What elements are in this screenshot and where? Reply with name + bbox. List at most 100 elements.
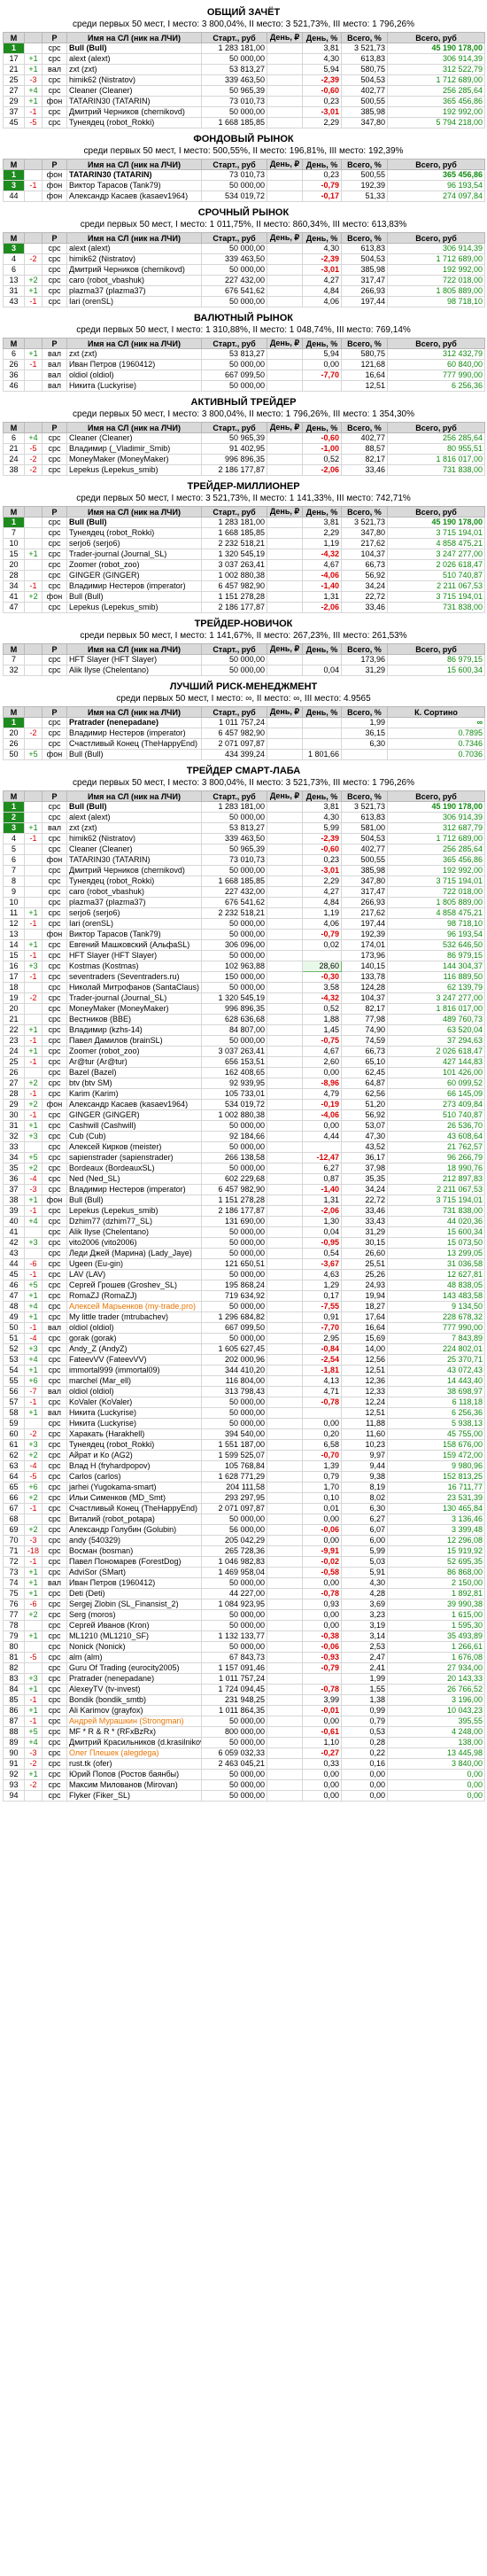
day-percent: 1,19 bbox=[302, 907, 342, 919]
day-percent: -0,84 bbox=[302, 1343, 342, 1355]
total-rub: 7 843,89 bbox=[387, 1333, 485, 1344]
total-rub: 2 026 618,47 bbox=[387, 559, 485, 571]
table-row: 79 +1 срс ML1210 (ML1210_SF) 1 132 133,77 -0,… bbox=[3, 1630, 485, 1642]
table-row: 87 -1 срс Андрей Мурашкин (Strongman) 50 000… bbox=[3, 1716, 485, 1727]
total-rub: 43 072,43 bbox=[387, 1365, 485, 1376]
participant-name: Вестников (BBE) bbox=[66, 1014, 202, 1025]
participant-name: Trader-journal (Journal_SL) bbox=[66, 992, 202, 1004]
start-capital: 50 000,00 bbox=[201, 1609, 267, 1621]
table-row: 75 +1 срс Deti (Deti) 44 227,00 -0,78 4,28 1 89… bbox=[3, 1588, 485, 1599]
participant-name: Максим Милованов (Mirovan) bbox=[66, 1779, 202, 1791]
table-row: 35 +2 срс Bordeaux (BordeauxSL) 50 000,00 6,2… bbox=[3, 1163, 485, 1174]
participant-name: Ar@tur (Ar@tur) bbox=[66, 1056, 202, 1068]
change-cell bbox=[24, 854, 43, 866]
market-cell: срс bbox=[42, 907, 67, 919]
change-cell: +2 bbox=[24, 275, 43, 286]
participant-name: himik62 (Nistratov) bbox=[66, 253, 202, 265]
start-capital: 50 000,00 bbox=[201, 982, 267, 993]
table-row: 49 +1 срс My little trader (mtrubachev) 1 29… bbox=[3, 1311, 485, 1323]
market-cell: срс bbox=[42, 1460, 67, 1472]
table-row: 76 -6 срс Sergej Zlobin (SL_Finansist_2) 1 0… bbox=[3, 1599, 485, 1610]
start-capital: 667 099,50 bbox=[201, 1322, 267, 1334]
total-rub: 60 840,00 bbox=[387, 359, 485, 370]
day-rub bbox=[267, 243, 303, 254]
day-percent: 1,10 bbox=[302, 1737, 342, 1748]
total-rub: 312 432,79 bbox=[387, 348, 485, 360]
total-rub: 306 914,39 bbox=[387, 53, 485, 65]
day-rub bbox=[267, 1109, 303, 1121]
table-row: 27 +4 срс Cleaner (Cleaner) 50 965,39 -0,60 40… bbox=[3, 85, 485, 97]
column-header: Имя на СЛ (ник на ЛЧИ) bbox=[66, 506, 202, 518]
total-percent: 33,43 bbox=[341, 1216, 388, 1227]
total-rub: 37 294,63 bbox=[387, 1035, 485, 1047]
day-rub bbox=[267, 1322, 303, 1334]
total-percent: 2,53 bbox=[341, 1641, 388, 1653]
change-cell: -5 bbox=[24, 443, 43, 455]
start-capital: 293 297,95 bbox=[201, 1492, 267, 1504]
day-rub bbox=[267, 1311, 303, 1323]
place-cell: 26 bbox=[3, 359, 25, 370]
total-percent: 0,22 bbox=[341, 1747, 388, 1759]
rating-table: М Р Имя на СЛ (ник на ЛЧИ) Старт., руб День,… bbox=[3, 32, 485, 128]
day-rub bbox=[267, 1790, 303, 1802]
start-capital: 121 650,51 bbox=[201, 1258, 267, 1270]
market-cell: срс bbox=[42, 992, 67, 1004]
day-percent: 6,58 bbox=[302, 1439, 342, 1451]
day-rub bbox=[267, 865, 303, 876]
market-cell: срс bbox=[42, 876, 67, 887]
place-cell: 32 bbox=[3, 1131, 25, 1142]
day-percent: -2,54 bbox=[302, 1354, 342, 1366]
table-row: 21 +1 вал zxt (zxt) 53 813,27 5,94 580,75 312 5… bbox=[3, 64, 485, 75]
participant-name: Bull (Bull) bbox=[66, 517, 202, 528]
change-cell: +1 bbox=[24, 96, 43, 107]
day-rub bbox=[267, 950, 303, 961]
change-cell: -3 bbox=[24, 1535, 43, 1546]
day-percent: 0,20 bbox=[302, 1428, 342, 1440]
participant-name: Сергей Иванов (Kron) bbox=[66, 1620, 202, 1631]
column-header: День, % bbox=[302, 422, 342, 433]
total-percent: 33,46 bbox=[341, 602, 388, 613]
participant-name: HFT Slayer (HFT Slayer) bbox=[66, 654, 202, 665]
column-header: Имя на СЛ (ник на ЛЧИ) bbox=[66, 706, 202, 718]
day-percent: -4,32 bbox=[302, 549, 342, 560]
participant-name: HFT Slayer (HFT Slayer) bbox=[66, 950, 202, 961]
total-rub: 31 036,58 bbox=[387, 1258, 485, 1270]
table-row: 46 вал Никита (Luckyrise) 50 000,00 12,51 6 2… bbox=[3, 380, 485, 392]
start-capital: 1 551 187,00 bbox=[201, 1439, 267, 1451]
place-cell: 1 bbox=[3, 717, 25, 728]
total-percent: 37,98 bbox=[341, 1163, 388, 1174]
total-rub: 306 914,39 bbox=[387, 812, 485, 823]
day-percent: -1,40 bbox=[302, 580, 342, 592]
total-percent: 385,98 bbox=[341, 865, 388, 876]
table-row: 88 +5 срс MF * R & R * (RFxBzRx) 800 000,00 -… bbox=[3, 1726, 485, 1738]
column-header: Имя на СЛ (ник на ЛЧИ) bbox=[66, 32, 202, 43]
participant-name: Дмитрий Черников (chernikovd) bbox=[66, 865, 202, 876]
change-cell bbox=[24, 243, 43, 254]
change-cell: +1 bbox=[24, 1705, 43, 1716]
participant-name: Леди Джей (Марина) (Lady_Jaye) bbox=[66, 1248, 202, 1259]
total-rub: 62 139,79 bbox=[387, 982, 485, 993]
total-percent: 0,53 bbox=[341, 1726, 388, 1738]
column-header: Всего, руб bbox=[387, 790, 485, 802]
market-cell: срс bbox=[42, 1205, 67, 1217]
place-cell: 20 bbox=[3, 1003, 25, 1015]
start-capital: 1 011 757,24 bbox=[201, 1673, 267, 1685]
start-capital: 50 000,00 bbox=[201, 1790, 267, 1802]
day-rub bbox=[267, 464, 303, 476]
total-rub: 35 493,89 bbox=[387, 1630, 485, 1642]
day-percent: 0,00 bbox=[302, 359, 342, 370]
place-cell: 25 bbox=[3, 74, 25, 86]
change-cell bbox=[24, 717, 43, 728]
rating-section: ЛУЧШИЙ РИСК-МЕНЕДЖМЕНТ среди первых 50 ме… bbox=[3, 681, 485, 760]
table-row: 16 +3 срс Kostmas (Kostmas) 102 963,88 28,60 1… bbox=[3, 961, 485, 972]
participant-name: Дмитрий Красильников (d.krasilnikov) bbox=[66, 1737, 202, 1748]
column-header: Всего, % bbox=[341, 232, 388, 244]
day-percent: -4,32 bbox=[302, 992, 342, 1004]
start-capital: 2 071 097,87 bbox=[201, 738, 267, 750]
change-cell bbox=[24, 169, 43, 181]
section-title: ФОНДОВЫЙ РЫНОК bbox=[193, 134, 294, 144]
day-percent: -0,27 bbox=[302, 1747, 342, 1759]
total-rub: 3 247 277,00 bbox=[387, 992, 485, 1004]
total-percent: 2,47 bbox=[341, 1652, 388, 1663]
day-rub bbox=[267, 527, 303, 539]
